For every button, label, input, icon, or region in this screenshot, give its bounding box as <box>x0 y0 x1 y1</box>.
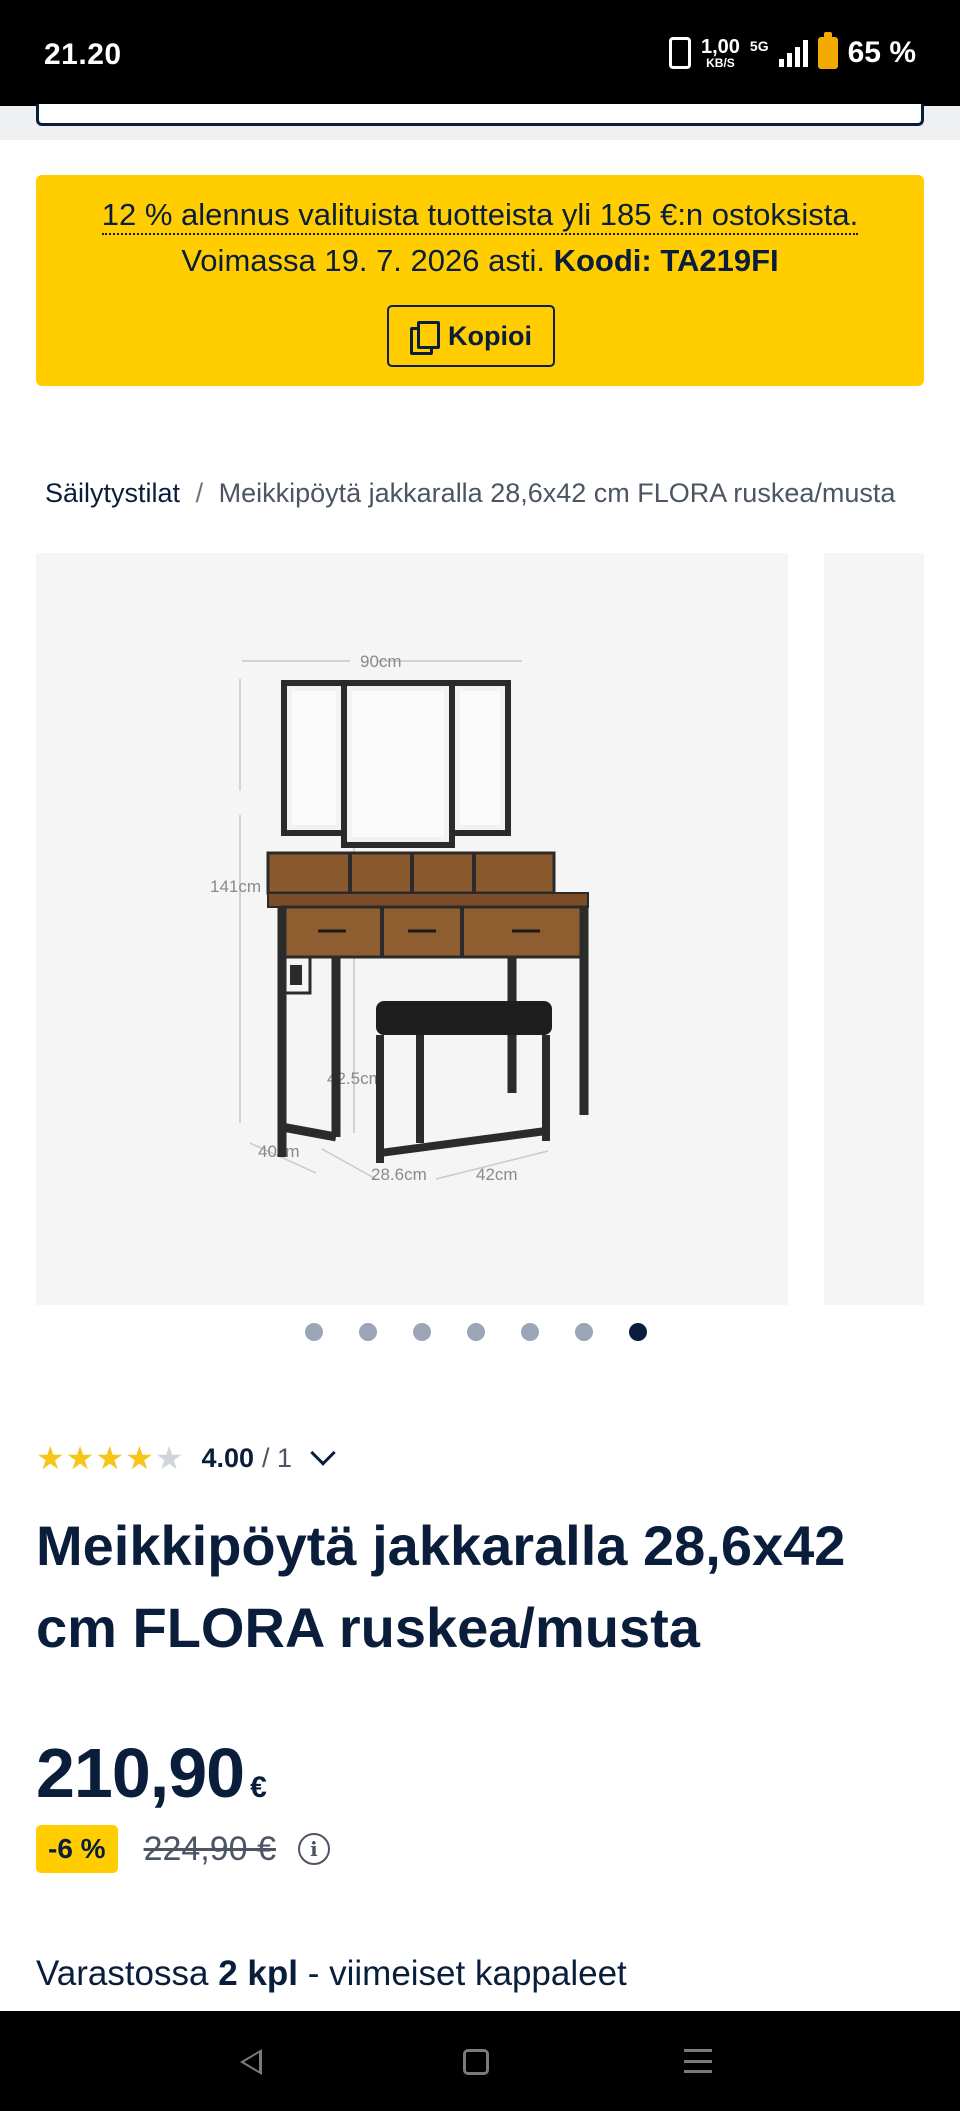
signal-icon <box>778 39 808 67</box>
breadcrumb-current: Meikkipöytä jakkaralla 28,6x42 cm FLORA … <box>218 478 896 508</box>
price-amount: 210,90 <box>36 1734 245 1812</box>
rating-count: / 1 <box>262 1442 293 1473</box>
search-box-edge[interactable] <box>36 104 924 126</box>
discount-badge: -6 % <box>36 1825 118 1873</box>
old-price: 224,90 € <box>143 1829 276 1868</box>
promo-offer-link[interactable]: 12 % alennus valituista tuotteista yli 1… <box>101 197 859 235</box>
product-price: 210,90 € <box>36 1733 267 1813</box>
network-speed: 1,00 KB/S <box>701 37 740 69</box>
star-icon: ★ <box>125 1440 154 1476</box>
promo-banner: 12 % alennus valituista tuotteista yli 1… <box>36 175 924 386</box>
system-nav-bar <box>0 2011 960 2111</box>
back-icon[interactable] <box>240 2049 262 2075</box>
rating-stars: ★ ★ ★ ★ ★ <box>36 1442 183 1474</box>
copy-code-button[interactable]: Kopioi <box>387 305 555 367</box>
dim-label-stool-width: 42cm <box>476 1165 518 1184</box>
vanity-table-illustration: 90cm 141cm 40cm 42.5cm 28.6cm 42cm <box>210 652 589 1184</box>
gallery-dot-6[interactable] <box>575 1323 593 1341</box>
promo-validity-text: Voimassa 19. 7. 2026 asti. <box>181 243 545 278</box>
network-speed-unit: KB/S <box>706 56 735 70</box>
gallery-dot-3[interactable] <box>413 1323 431 1341</box>
next-image-peek[interactable] <box>824 553 924 1305</box>
gallery-dot-1[interactable] <box>305 1323 323 1341</box>
dim-label-height: 141cm <box>210 877 261 896</box>
gallery-dot-2[interactable] <box>359 1323 377 1341</box>
product-title: Meikkipöytä jakkaralla 28,6x42 cm FLORA … <box>36 1514 846 1659</box>
recents-icon[interactable] <box>684 2049 712 2073</box>
promo-code: Koodi: TA219FI <box>553 243 779 278</box>
info-icon[interactable]: i <box>297 1833 330 1865</box>
star-icon: ★ <box>65 1440 95 1476</box>
breadcrumb: Säilytystilat / Meikkipöytä jakkaralla 2… <box>45 478 895 509</box>
battery-level: 65 % <box>847 36 916 69</box>
dim-label-width: 90cm <box>360 652 402 671</box>
gallery-dot-7[interactable] <box>629 1323 647 1341</box>
header-remnant <box>0 104 960 140</box>
status-time: 21.20 <box>44 38 122 71</box>
battery-icon <box>817 32 838 69</box>
product-rating: ★ ★ ★ ★ ★ 4.00 / 1 <box>36 1440 336 1474</box>
dim-label-stool-depth: 28.6cm <box>371 1165 427 1184</box>
vibrate-icon <box>668 37 691 69</box>
breadcrumb-link-storage[interactable]: Säilytystilat <box>45 478 180 508</box>
stock-prefix: Varastossa <box>36 1954 209 1993</box>
network-speed-value: 1,00 <box>700 36 740 58</box>
network-type: 5G <box>749 38 769 54</box>
star-icon: ★ <box>36 1440 65 1476</box>
price-currency: € <box>250 1771 267 1804</box>
product-image[interactable]: 90cm 141cm 40cm 42.5cm 28.6cm 42cm <box>36 553 788 1305</box>
gallery-dot-5[interactable] <box>521 1323 539 1341</box>
status-bar: 21.20 1,00 KB/S 5G 65 % <box>0 0 960 106</box>
stock-status: Varastossa 2 kpl - viimeiset kappaleet <box>36 1954 627 1994</box>
discount-row: -6 % 224,90 € i <box>36 1825 330 1873</box>
promo-text: 12 % alennus valituista tuotteista yli 1… <box>36 197 924 235</box>
status-indicators: 1,00 KB/S 5G 65 % <box>668 32 916 70</box>
star-icon: ★ <box>95 1440 125 1476</box>
breadcrumb-separator: / <box>195 478 204 508</box>
stock-amount: 2 kpl <box>218 1954 298 1993</box>
copy-icon <box>410 321 440 355</box>
chevron-down-icon[interactable] <box>310 1440 336 1466</box>
home-icon[interactable] <box>463 2049 489 2075</box>
copy-button-label: Kopioi <box>448 320 532 351</box>
gallery-pagination <box>305 1323 647 1341</box>
stock-suffix: - viimeiset kappaleet <box>307 1954 627 1993</box>
rating-score: 4.00 <box>201 1442 254 1473</box>
star-empty-icon: ★ <box>154 1440 184 1476</box>
gallery-dot-4[interactable] <box>467 1323 485 1341</box>
promo-validity: Voimassa 19. 7. 2026 asti. Koodi: TA219F… <box>36 243 924 279</box>
